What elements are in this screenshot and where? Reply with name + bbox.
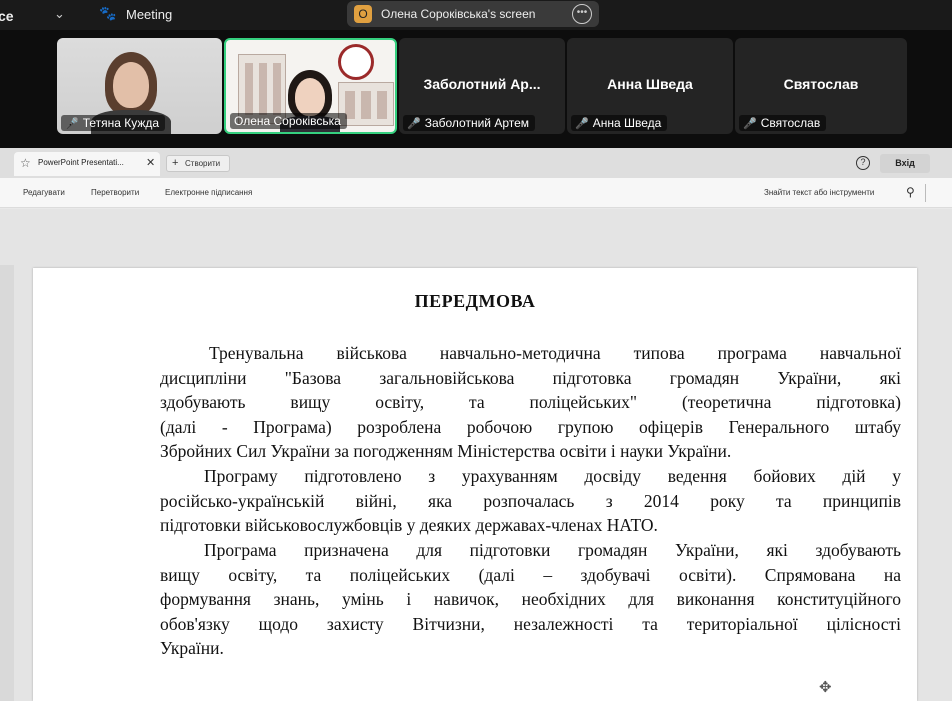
participant-name-tag: 🎤 Анна Шведа xyxy=(571,115,668,131)
participant-display-name: Святослав xyxy=(783,76,859,92)
participant-display-name: Заболотний Ар... xyxy=(423,76,541,92)
login-button[interactable]: Вхід xyxy=(880,154,930,173)
left-rail xyxy=(0,265,14,701)
text-line: підготовки військовослужбовців у деяких … xyxy=(160,515,658,536)
document-viewer[interactable]: ПЕРЕДМОВА Тренувальна військова навчальн… xyxy=(0,209,952,701)
participant-strip: 🎤 Тетяна Кужда Олена Сороківська Заболотн… xyxy=(0,30,952,148)
participant-name-tag: Олена Сороківська xyxy=(230,113,347,129)
edit-button[interactable]: Редагувати xyxy=(23,188,65,197)
mic-muted-icon: 🎤 xyxy=(65,118,79,130)
text-line: Програма призначена для підготовки грома… xyxy=(204,540,901,560)
text-line: (далі - Програма) розроблена робочою гру… xyxy=(160,416,901,437)
paragraph-3: Програма призначена для підготовки грома… xyxy=(160,538,901,661)
text-line: дисципліни "Базова загальновійськова під… xyxy=(160,367,901,388)
document-page: ПЕРЕДМОВА Тренувальна військова навчальн… xyxy=(33,268,917,701)
mic-muted-icon: 🎤 xyxy=(407,118,421,130)
chevron-down-icon[interactable]: ⌄ xyxy=(54,6,65,22)
e-sign-button[interactable]: Електронне підписання xyxy=(165,188,252,197)
text-line: російсько-українській війні, яка розпоча… xyxy=(160,490,901,511)
star-icon[interactable]: ☆ xyxy=(20,156,31,170)
toolbar-divider xyxy=(925,184,926,202)
meeting-label[interactable]: Meeting xyxy=(126,7,172,22)
participant-name-tag: 🎤 Тетяна Кужда xyxy=(61,115,166,131)
participant-name-tag: 🎤 Заболотний Артем xyxy=(403,115,536,131)
text-line: вищу освіту, та поліцейських (далі – здо… xyxy=(160,564,901,585)
new-tab-button[interactable]: + Створити xyxy=(166,155,230,172)
paragraph-2: Програму підготовлено з урахуванням досв… xyxy=(160,464,901,538)
participant-tile[interactable]: Святослав 🎤 Святослав xyxy=(735,38,907,134)
participant-tile[interactable]: Анна Шведа 🎤 Анна Шведа xyxy=(567,38,733,134)
help-icon[interactable]: ? xyxy=(856,156,870,170)
paw-icon: 🐾 xyxy=(99,5,117,21)
tab-bar: ☆ PowerPoint Presentati... ✕ + Створити … xyxy=(0,148,952,178)
pdf-toolbar: Редагувати Перетворити Електронне підпис… xyxy=(0,178,952,208)
tab-label: PowerPoint Presentati... xyxy=(38,158,124,167)
move-icon[interactable]: ✥ xyxy=(819,678,832,697)
plus-icon: + xyxy=(172,157,179,169)
search-icon[interactable]: ⚲ xyxy=(906,185,915,199)
new-tab-label: Створити xyxy=(185,159,221,168)
text-line: Програму підготовлено з урахуванням досв… xyxy=(204,466,901,486)
participant-tile-active[interactable]: Олена Сороківська xyxy=(224,38,397,134)
close-icon[interactable]: ✕ xyxy=(146,156,155,169)
participant-name-tag: 🎤 Святослав xyxy=(739,115,827,131)
text-line: формування знань, умінь і навичок, необх… xyxy=(160,589,901,610)
share-label: Олена Сороківська's screen xyxy=(381,7,536,21)
zoom-top-bar: ce ⌄ 🐾 Meeting О Олена Сороківська's scr… xyxy=(0,0,952,30)
participant-tile[interactable]: 🎤 Тетяна Кужда xyxy=(57,38,222,134)
more-icon[interactable]: ••• xyxy=(572,4,592,24)
text-line: Збройних Сил України за погодженням Міні… xyxy=(160,441,732,462)
tab-document[interactable]: ☆ PowerPoint Presentati... ✕ xyxy=(14,152,160,176)
convert-button[interactable]: Перетворити xyxy=(91,188,139,197)
mic-muted-icon: 🎤 xyxy=(743,118,757,130)
app-name: ce xyxy=(0,8,14,24)
text-line: здобувають вищу освіту, та поліцейських"… xyxy=(160,392,901,413)
sharer-avatar: О xyxy=(354,5,372,23)
screen-share-indicator[interactable]: О Олена Сороківська's screen ••• xyxy=(347,1,599,27)
mic-muted-icon: 🎤 xyxy=(575,118,589,130)
university-emblem xyxy=(338,44,374,80)
shared-screen-browser: ☆ PowerPoint Presentati... ✕ + Створити … xyxy=(0,148,952,701)
paragraph-1: Тренувальна військова навчально-методичн… xyxy=(160,341,901,464)
search-tools-input[interactable]: Знайти текст або інструменти xyxy=(764,188,874,197)
text-line: обов'язку щодо захисту Вітчизни, незалеж… xyxy=(160,613,901,634)
text-line: Тренувальна військова навчально-методичн… xyxy=(209,343,901,363)
participant-display-name: Анна Шведа xyxy=(607,76,693,92)
document-title: ПЕРЕДМОВА xyxy=(414,291,536,311)
text-line: України. xyxy=(160,638,224,659)
participant-tile[interactable]: Заболотний Ар... 🎤 Заболотний Артем xyxy=(399,38,565,134)
